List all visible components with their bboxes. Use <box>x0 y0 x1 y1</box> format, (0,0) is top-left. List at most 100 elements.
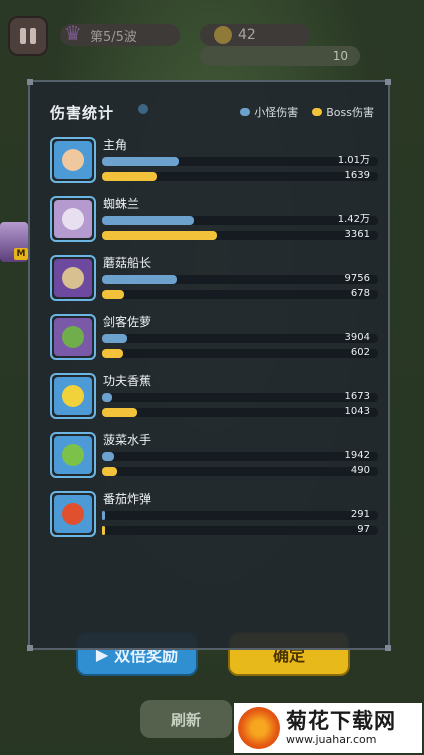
title-decoration <box>138 104 148 114</box>
level-progress-value: 10 <box>332 49 348 63</box>
damage-legend: 小怪伤害 Boss伤害 <box>226 104 374 120</box>
hero-row: 蜘蛛兰 1.42万 3361 <box>50 196 378 246</box>
coin-count: 42 <box>238 27 256 43</box>
legend-boss-swatch <box>312 108 323 116</box>
mob-damage-fill <box>102 216 195 225</box>
boss-damage-bar: 602 <box>102 347 378 358</box>
legend-mob-label: 小怪伤害 <box>254 106 299 119</box>
boss-damage-fill <box>102 231 217 240</box>
hero-portrait-icon <box>62 444 84 466</box>
boss-damage-bar: 97 <box>102 524 378 535</box>
coin-icon <box>214 26 232 44</box>
mob-damage-value: 1942 <box>344 450 370 461</box>
legend-mob-swatch <box>240 108 251 116</box>
mob-damage-value: 1.01万 <box>337 155 370 166</box>
hero-portrait-icon <box>62 503 84 525</box>
hero-name: 菠菜水手 <box>103 433 152 447</box>
panel-corner <box>27 645 33 651</box>
mob-damage-bar: 1.42万 <box>102 214 378 225</box>
damage-stats-panel: 伤害统计 小怪伤害 Boss伤害 主角 1.01万 1639 蜘蛛兰 1.42万… <box>27 79 391 651</box>
hero-avatar <box>50 255 96 301</box>
mob-damage-fill <box>102 157 180 166</box>
hero-avatar <box>50 137 96 183</box>
mob-damage-fill <box>102 511 105 520</box>
boss-damage-fill <box>102 290 125 299</box>
boss-damage-fill <box>102 408 137 417</box>
boss-damage-bar: 678 <box>102 288 378 299</box>
mob-damage-bar: 3904 <box>102 332 378 343</box>
level-progress: 10 <box>200 46 360 66</box>
hero-portrait-icon <box>62 385 84 407</box>
hud-topbar: ♛ 第5/5波 42 <box>0 10 424 56</box>
watermark-url: www.juahar.com <box>286 733 377 746</box>
pause-button[interactable] <box>8 16 48 56</box>
mob-damage-value: 9756 <box>344 273 370 284</box>
boss-damage-bar: 3361 <box>102 229 378 240</box>
wave-text: 第5/5波 <box>90 29 137 45</box>
boss-damage-value: 490 <box>350 465 370 476</box>
chrysanthemum-logo-icon <box>238 707 280 749</box>
mob-damage-fill <box>102 393 112 402</box>
boss-damage-fill <box>102 349 123 358</box>
hero-name: 番茄炸弹 <box>103 492 152 506</box>
hero-row: 菠菜水手 1942 490 <box>50 432 378 482</box>
hero-row: 蘑菇船长 9756 678 <box>50 255 378 305</box>
mob-damage-bar: 1673 <box>102 391 378 402</box>
hero-portrait-icon <box>62 208 84 230</box>
refresh-label: 刷新 <box>170 710 201 729</box>
wave-indicator: ♛ 第5/5波 <box>60 21 180 46</box>
hero-avatar <box>50 432 96 478</box>
hero-row: 功夫香蕉 1673 1043 <box>50 373 378 423</box>
refresh-button[interactable]: 刷新 <box>140 700 232 738</box>
coin-counter: 42 <box>200 24 310 46</box>
panel-title: 伤害统计 <box>50 104 115 122</box>
boss-damage-bar: 1043 <box>102 406 378 417</box>
hero-portrait-icon <box>62 326 84 348</box>
hero-row: 主角 1.01万 1639 <box>50 137 378 187</box>
hero-avatar <box>50 373 96 419</box>
mob-damage-fill <box>102 452 115 461</box>
mob-damage-value: 291 <box>350 509 370 520</box>
hero-name: 剑客佐萝 <box>103 315 152 329</box>
legend-boss: Boss伤害 <box>312 104 374 120</box>
side-hero-thumbnail[interactable]: M <box>0 222 28 262</box>
legend-boss-label: Boss伤害 <box>326 106 374 119</box>
panel-corner <box>385 79 391 85</box>
boss-damage-bar: 490 <box>102 465 378 476</box>
mob-damage-fill <box>102 275 178 284</box>
hero-portrait-icon <box>62 149 84 171</box>
hero-row: 剑客佐萝 3904 602 <box>50 314 378 364</box>
mob-damage-bar: 9756 <box>102 273 378 284</box>
boss-damage-fill <box>102 526 105 535</box>
hero-avatar <box>50 314 96 360</box>
hero-name: 功夫香蕉 <box>103 374 152 388</box>
hero-row: 番茄炸弹 291 97 <box>50 491 378 541</box>
hero-portrait-icon <box>62 267 84 289</box>
hero-name: 蘑菇船长 <box>103 256 152 270</box>
boss-damage-value: 1043 <box>344 406 370 417</box>
boss-damage-value: 3361 <box>344 229 370 240</box>
pause-icon <box>20 28 26 44</box>
legend-mob: 小怪伤害 <box>240 104 298 120</box>
hero-avatar <box>50 491 96 537</box>
mob-damage-bar: 1.01万 <box>102 155 378 166</box>
boss-damage-fill <box>102 467 118 476</box>
panel-corner <box>385 645 391 651</box>
panel-corner <box>27 79 33 85</box>
wave-icon: ♛ <box>64 21 82 45</box>
mob-damage-value: 1.42万 <box>337 214 370 225</box>
mob-damage-fill <box>102 334 127 343</box>
watermark-title: 菊花下载网 <box>286 709 396 733</box>
hero-badge-icon: M <box>14 248 28 260</box>
mob-damage-bar: 291 <box>102 509 378 520</box>
mob-damage-value: 3904 <box>344 332 370 343</box>
hero-name: 蜘蛛兰 <box>103 197 140 211</box>
hero-avatar <box>50 196 96 242</box>
hero-name: 主角 <box>103 138 128 152</box>
mob-damage-bar: 1942 <box>102 450 378 461</box>
boss-damage-value: 97 <box>357 524 370 535</box>
boss-damage-fill <box>102 172 158 181</box>
site-watermark: 菊花下载网 www.juahar.com <box>234 703 422 753</box>
boss-damage-value: 602 <box>350 347 370 358</box>
boss-damage-bar: 1639 <box>102 170 378 181</box>
